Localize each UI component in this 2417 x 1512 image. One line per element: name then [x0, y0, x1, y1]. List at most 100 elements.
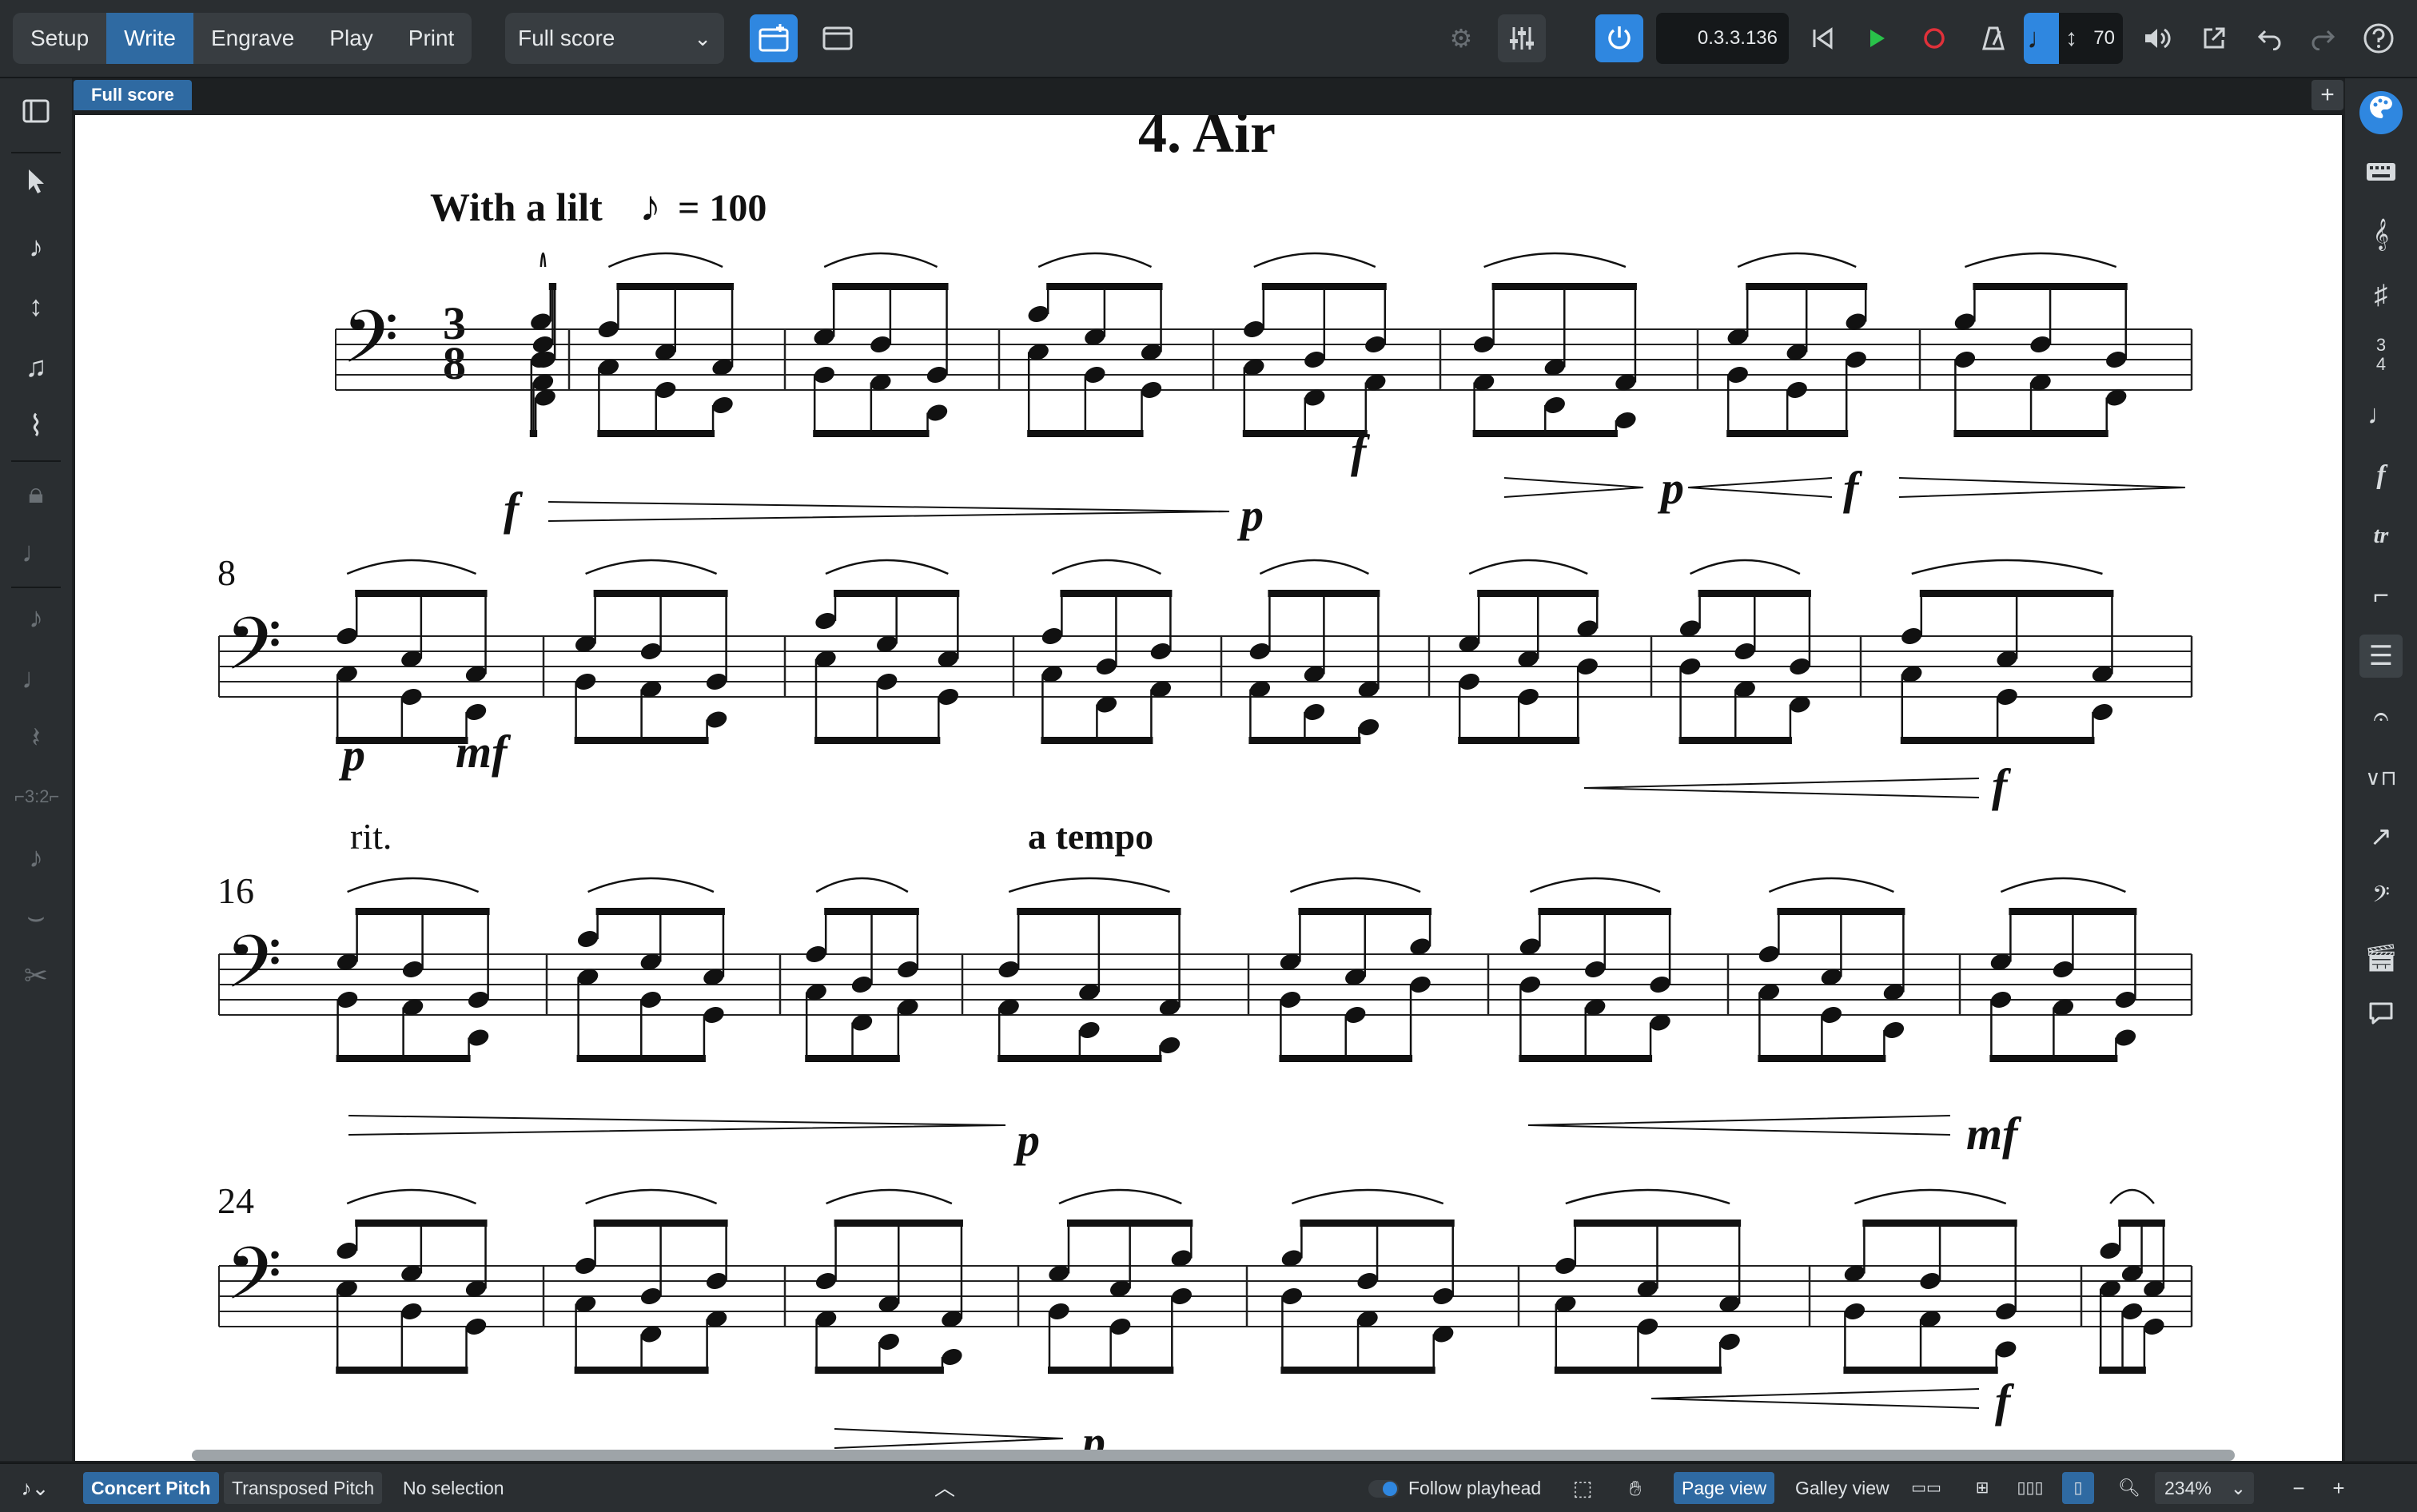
tempo-control[interactable]: ♩ ↕ 70	[2024, 13, 2123, 64]
dynamic-marking[interactable]: p	[338, 729, 365, 781]
insert-mode-button[interactable]	[750, 14, 798, 62]
dynamic-marking[interactable]: f	[504, 483, 524, 535]
dynamic-marking[interactable]: f	[1992, 759, 2012, 811]
page-view-button[interactable]: Page view	[1674, 1472, 1775, 1504]
redo-icon[interactable]	[2299, 14, 2347, 62]
slur	[826, 1188, 953, 1205]
dynamics-icon[interactable]: f	[2359, 454, 2403, 497]
dynamic-marking[interactable]: mf	[1966, 1108, 2022, 1160]
keyboard-icon[interactable]	[2359, 152, 2403, 195]
zoom-out-icon[interactable]: −	[2283, 1472, 2315, 1504]
record-icon	[1924, 28, 1945, 49]
record-button[interactable]	[1910, 14, 1958, 62]
transposed-pitch-toggle[interactable]: Transposed Pitch	[224, 1472, 383, 1504]
video-reel-icon[interactable]: ⚙	[1437, 14, 1485, 62]
play-icon	[1870, 30, 1885, 47]
note-input-options-icon[interactable]: ♪⌄	[11, 1472, 59, 1504]
volume-icon[interactable]	[2132, 14, 2180, 62]
insert-notes-icon[interactable]: ↕	[14, 284, 58, 328]
mode-tab-play[interactable]: Play	[312, 13, 390, 64]
bass-clef: 𝄢	[342, 298, 399, 396]
holds-pauses-icon[interactable]: 𝄐	[2359, 695, 2403, 738]
bars-icon[interactable]: ☰	[2359, 635, 2403, 678]
dynamic-marking[interactable]: f	[1843, 462, 1863, 514]
horizontal-view-icon[interactable]: ▯▯▯	[2014, 1472, 2046, 1504]
time-counter[interactable]: 0.3.3.136	[1656, 13, 1789, 64]
mode-tab-print[interactable]: Print	[391, 13, 472, 64]
palette-icon[interactable]	[2359, 91, 2403, 134]
horizontal-scrollbar[interactable]	[192, 1450, 2235, 1461]
slash-note-icon[interactable]: ♪	[14, 836, 58, 879]
galley-view-button[interactable]: Galley view	[1787, 1472, 1897, 1504]
follow-playhead-switch[interactable]	[1368, 1480, 1399, 1498]
selection-status: No selection	[403, 1478, 504, 1498]
comment-icon[interactable]	[2359, 996, 2403, 1039]
repeat-ending-icon[interactable]: ⌐	[2359, 574, 2403, 617]
note-input-icon[interactable]: ♪	[14, 225, 58, 269]
slur	[585, 1188, 718, 1205]
lyrics-icon[interactable]: 𝄢	[2359, 876, 2403, 919]
lock-icon[interactable]: 🔒︎	[14, 472, 58, 515]
beam	[1060, 590, 1173, 597]
lines-icon[interactable]: ↗	[2359, 815, 2403, 858]
mode-tab-setup[interactable]: Setup	[13, 13, 106, 64]
vertical-view-icon[interactable]: ▯	[2062, 1472, 2094, 1504]
add-note-icon[interactable]: ♪	[14, 596, 58, 639]
window-layout-button[interactable]	[814, 14, 862, 62]
status-bar: ♪⌄ Concert Pitch Transposed Pitch No sel…	[0, 1462, 2417, 1512]
mode-tab-write[interactable]: Write	[106, 13, 193, 64]
tempo-icon[interactable]: ♩	[2359, 393, 2403, 436]
dynamic-marking[interactable]: p	[1657, 462, 1684, 514]
undo-icon[interactable]	[2246, 14, 2294, 62]
dynamic-marking[interactable]: p	[1236, 489, 1264, 541]
chevron-up-icon[interactable]: ︿	[929, 1472, 961, 1504]
zoom-search-icon[interactable]: 🔍︎	[2113, 1472, 2145, 1504]
score-title: 4. Air	[1138, 115, 1276, 165]
zoom-in-icon[interactable]: +	[2323, 1472, 2355, 1504]
beam	[1248, 737, 1361, 744]
marquee-select-icon[interactable]: ⬚	[1567, 1472, 1599, 1504]
chord-input-icon[interactable]: ♫	[14, 345, 58, 388]
ornaments-icon[interactable]: tr	[2359, 515, 2403, 558]
follow-playhead-label[interactable]: Follow playhead	[1400, 1472, 1549, 1504]
beam	[1726, 430, 1849, 437]
play-button[interactable]	[1853, 14, 1901, 62]
clef-icon[interactable]: 𝄞	[2359, 213, 2403, 256]
cue-icon[interactable]: 🎬︎	[2359, 937, 2403, 980]
spread-view-icon[interactable]: ▭▭	[1910, 1472, 1942, 1504]
grid-view-icon[interactable]: ⊞	[1966, 1472, 1998, 1504]
key-signature-icon[interactable]: ♯	[2359, 273, 2403, 316]
concert-pitch-toggle[interactable]: Concert Pitch	[83, 1472, 219, 1504]
hand-tool-icon[interactable]: ✋︎	[1619, 1472, 1651, 1504]
slur	[607, 252, 723, 269]
grace-note-icon[interactable]: ♩	[14, 531, 58, 574]
dynamic-marking[interactable]: mf	[456, 726, 512, 778]
tie-icon[interactable]: ⌣	[14, 895, 58, 938]
metronome-icon[interactable]	[1969, 14, 2017, 62]
tab-full-score[interactable]: Full score	[74, 80, 192, 110]
hairpin	[348, 1115, 1006, 1136]
power-button[interactable]	[1595, 14, 1643, 62]
zoom-select[interactable]: 234% ⌄	[2155, 1472, 2254, 1504]
beam	[1048, 1367, 1174, 1374]
mode-tab-engrave[interactable]: Engrave	[193, 13, 312, 64]
scissors-icon[interactable]: ✂	[14, 954, 58, 997]
dynamic-marking[interactable]: f	[1995, 1375, 2015, 1426]
rest-icon[interactable]: 𝄽	[14, 716, 58, 759]
note-icon[interactable]: ♩	[14, 657, 58, 700]
export-icon[interactable]	[2190, 14, 2238, 62]
playing-techniques-icon[interactable]: ∨⊓	[2359, 756, 2403, 799]
tuplet-icon[interactable]: ⌐3:2⌐	[14, 775, 59, 818]
slur	[347, 877, 480, 893]
score-page[interactable]: 4. Air With a lilt ♪ = 100 3 8 8 16 24 r…	[75, 115, 2342, 1461]
add-tab-button[interactable]: +	[2311, 80, 2343, 110]
rewind-button[interactable]	[1798, 14, 1846, 62]
time-signature-icon[interactable]: 34	[2359, 332, 2403, 379]
dynamic-marking[interactable]: p	[1013, 1114, 1040, 1166]
select-arrow-icon[interactable]	[14, 165, 58, 208]
layout-select[interactable]: Full score ⌄	[505, 13, 724, 64]
panel-toggle-icon[interactable]	[14, 93, 58, 136]
help-icon[interactable]	[2355, 14, 2403, 62]
stem-icon[interactable]: ⌇	[14, 404, 58, 448]
mixer-button[interactable]	[1498, 14, 1546, 62]
